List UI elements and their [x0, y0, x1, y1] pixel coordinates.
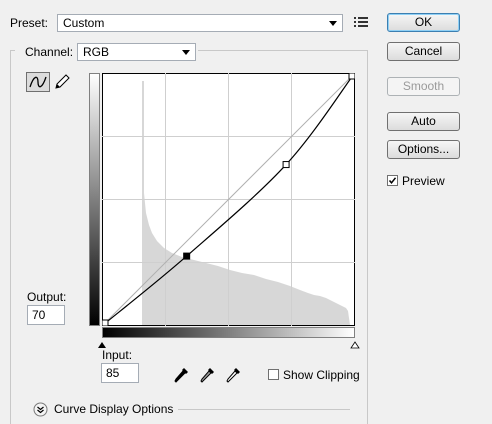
auto-button[interactable]: Auto — [387, 112, 460, 131]
input-field[interactable]: 85 — [101, 363, 139, 383]
curve-edit-tool[interactable] — [26, 72, 50, 92]
frame-right — [367, 50, 368, 424]
frame-top-right — [198, 50, 368, 51]
preset-options-icon[interactable] — [354, 16, 368, 31]
curve-control-point[interactable] — [183, 252, 191, 260]
curve-tool-icon — [29, 76, 47, 88]
preset-value: Custom — [63, 16, 105, 30]
checkmark-icon — [388, 177, 397, 184]
curve-display-options-label: Curve Display Options — [54, 402, 174, 416]
preset-label: Preset: — [10, 16, 49, 30]
preset-dropdown[interactable]: Custom — [57, 14, 343, 32]
curve-control-point[interactable] — [101, 319, 109, 327]
preview-checkbox[interactable] — [387, 175, 398, 186]
white-eyedropper-icon[interactable] — [226, 366, 242, 387]
channel-dropdown[interactable]: RGB — [77, 43, 196, 61]
input-gradient-bar — [102, 327, 355, 338]
divider — [178, 409, 350, 410]
frame-top-left — [10, 50, 15, 51]
chevron-down-icon — [182, 50, 190, 55]
input-label: Input: — [102, 348, 133, 362]
channel-label: Channel: — [25, 45, 74, 59]
channel-value: RGB — [83, 45, 110, 59]
output-label: Output: — [27, 290, 67, 304]
options-button[interactable]: Options... — [387, 140, 460, 159]
black-eyedropper-icon[interactable] — [174, 366, 190, 387]
show-clipping-checkbox[interactable] — [268, 369, 279, 380]
show-clipping-label: Show Clipping — [283, 368, 360, 382]
cancel-button[interactable]: Cancel — [387, 42, 460, 61]
frame-left — [10, 50, 11, 424]
curve-control-point[interactable] — [348, 72, 356, 80]
curve-svg[interactable] — [101, 72, 356, 327]
curve-control-point[interactable] — [282, 161, 290, 169]
chevron-down-icon — [329, 21, 337, 26]
output-gradient-bar — [89, 73, 100, 326]
gray-eyedropper-icon[interactable] — [200, 366, 216, 387]
preview-label: Preview — [402, 174, 445, 188]
pencil-icon — [55, 74, 70, 89]
pencil-tool[interactable] — [53, 73, 71, 94]
output-field[interactable]: 70 — [27, 305, 65, 325]
white-point-slider[interactable] — [350, 338, 360, 352]
curve-graph[interactable] — [101, 72, 356, 327]
ok-button[interactable]: OK — [387, 13, 460, 32]
smooth-button[interactable]: Smooth — [387, 77, 460, 96]
expand-chevron-icon[interactable] — [33, 402, 48, 420]
